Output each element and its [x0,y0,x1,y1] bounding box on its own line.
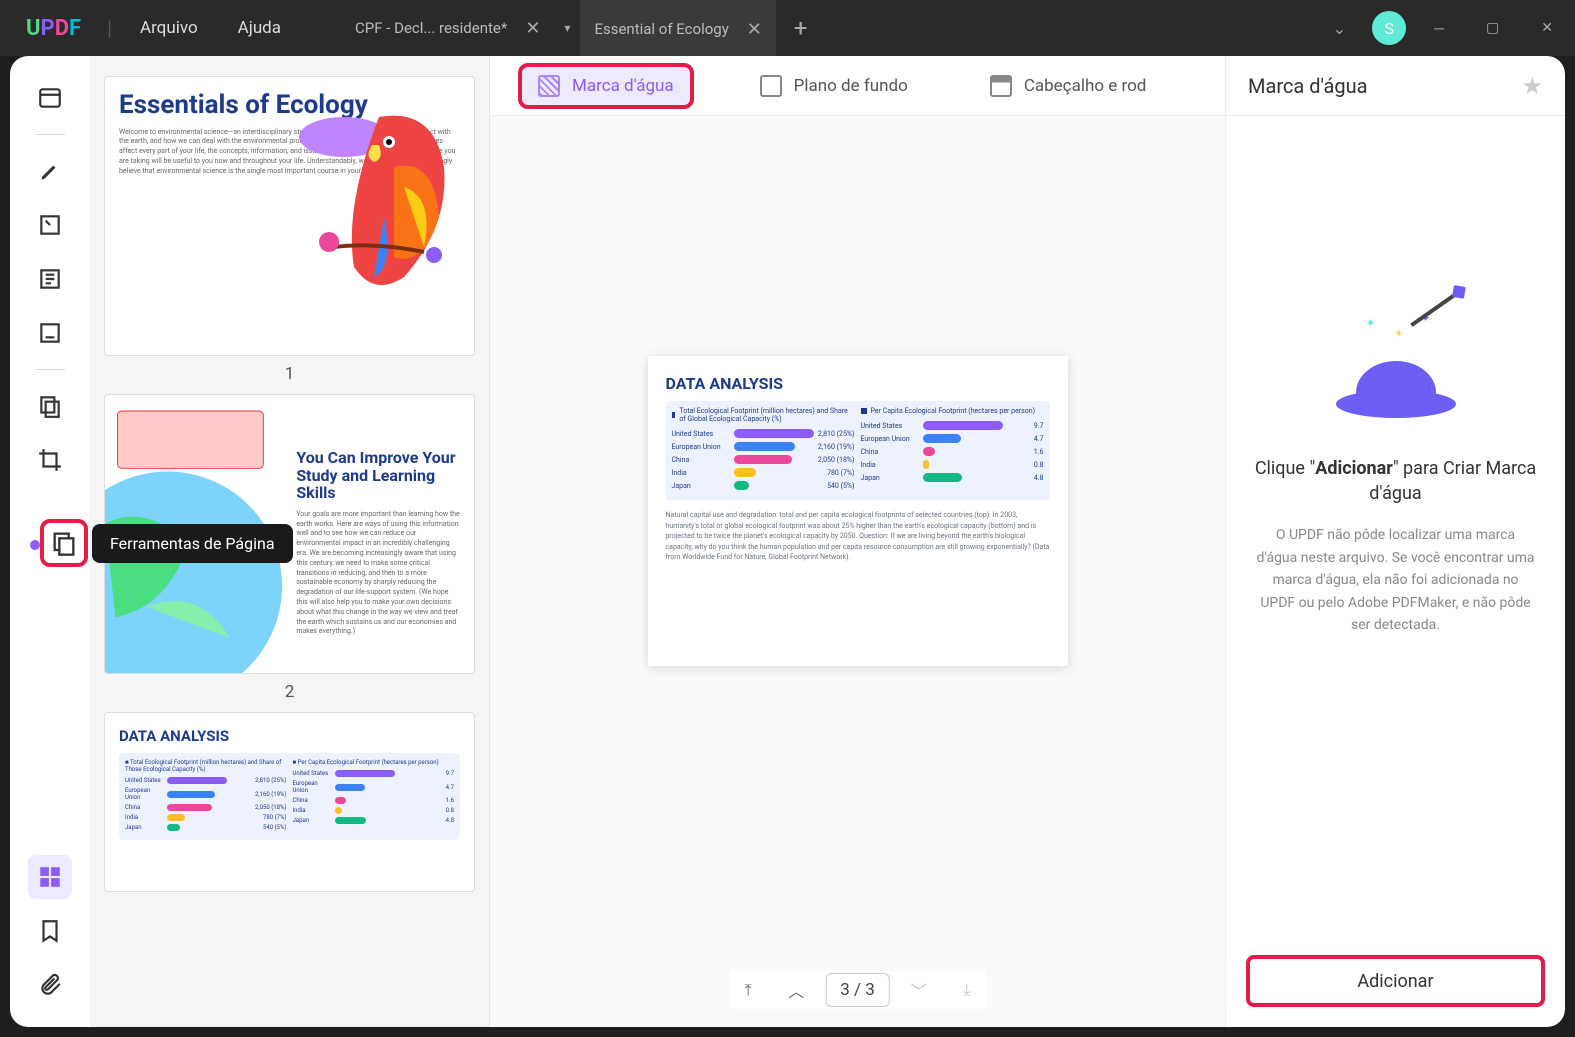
last-page-button[interactable]: ⤓ [948,971,986,1009]
menu-file[interactable]: Arquivo [120,18,218,38]
page-tools-button[interactable] [40,519,88,567]
more-dropdown-icon[interactable]: ⌄ [1321,19,1358,38]
header-footer-icon [990,75,1012,97]
tab-label: Essential of Ecology [594,20,728,38]
text-tool-icon[interactable] [28,257,72,301]
bookmark-panel-button[interactable] [28,909,72,953]
attachment-panel-button[interactable] [28,963,72,1007]
crop-tool-icon[interactable] [28,438,72,482]
menu-help[interactable]: Ajuda [218,18,301,38]
page-tools-tabs: Marca d'água Plano de fundo Cabeçalho e … [490,56,1225,116]
panel-header: Marca d'água ★ [1226,56,1565,116]
watermark-tab[interactable]: Marca d'água [518,63,694,109]
page-tools-highlight: Ferramentas de Página [40,519,293,567]
close-window-button[interactable]: ✕ [1527,20,1567,36]
new-tab-button[interactable]: + [776,14,826,42]
thumb-number: 2 [104,682,475,702]
chart-subheader: Total Ecological Footprint (million hect… [672,407,855,423]
app-body: Ferramentas de Página Essentials of Ecol… [10,56,1565,1027]
background-icon [760,75,782,97]
panel-title: Marca d'água [1248,74,1368,98]
tab-label: Plano de fundo [794,76,908,96]
editor-area: Marca d'água Plano de fundo Cabeçalho e … [490,56,1225,1027]
close-icon[interactable]: ✕ [747,19,762,40]
chart-panel: Total Ecological Footprint (million hect… [666,401,1050,500]
thumbnails-panel-button[interactable] [28,855,72,899]
ocr-tool-icon[interactable] [28,311,72,355]
tab-label: Marca d'água [572,76,674,96]
add-watermark-button[interactable]: Adicionar [1246,955,1545,1007]
prev-page-button[interactable]: ︿ [777,971,815,1009]
thumb-title: DATA ANALYSIS [119,727,460,745]
thumbnail-item[interactable]: DATA ANALYSIS ■ Total Ecological Footpri… [104,712,475,892]
page-number-display[interactable]: 3 / 3 [825,973,890,1007]
titlebar: UPDF | Arquivo Ajuda CPF - Decl... resid… [0,0,1575,56]
app-logo: UPDF [8,16,99,41]
thumb-body-text: Your goals are more important than learn… [296,510,460,637]
chart-subheader: Per Capita Ecological Footprint (hectare… [861,407,1044,415]
header-footer-tab[interactable]: Cabeçalho e rod [974,67,1163,105]
minimize-button[interactable]: ─ [1420,20,1458,37]
tab-dropdown-icon[interactable]: ▾ [554,21,580,35]
thumbnail-item[interactable]: Essentials of Ecology Welcome to environ… [104,76,475,384]
active-indicator-dot [30,540,40,550]
edit-tool-icon[interactable] [28,203,72,247]
parrot-illustration [294,87,464,307]
first-page-button[interactable]: ⤒ [729,971,767,1009]
next-page-button[interactable]: ﹀ [900,971,938,1009]
document-page: DATA ANALYSIS Total Ecological Footprint… [648,356,1068,666]
background-tab[interactable]: Plano de fundo [744,67,924,105]
document-tab-2[interactable]: Essential of Ecology ✕ [580,0,775,56]
magic-hat-illustration: ✦ + ✦ [1326,316,1466,436]
highlight-tool-icon[interactable] [28,149,72,193]
chart-title: DATA ANALYSIS [666,374,1050,393]
document-canvas[interactable]: DATA ANALYSIS Total Ecological Footprint… [490,116,1225,1027]
favorite-star-icon[interactable]: ★ [1521,72,1543,100]
watermark-icon [538,75,560,97]
tab-label: CPF - Decl... residente* [355,19,507,37]
maximize-button[interactable]: ▢ [1472,20,1513,36]
panel-description: O UPDF não pôde localizar uma marca d'ág… [1254,524,1537,636]
page-tools-tooltip: Ferramentas de Página [92,524,293,563]
chart-footnote: Natural capital use and degradation: tot… [666,510,1050,563]
thumb-number: 1 [104,364,475,384]
watermark-panel: Marca d'água ★ ✦ + ✦ Clique "Adicionar" … [1225,56,1565,1027]
tab-label: Cabeçalho e rod [1024,76,1147,96]
close-icon[interactable]: ✕ [525,18,540,39]
page-tools-icon [50,529,78,557]
page-navigator: ⤒ ︿ 3 / 3 ﹀ ⤓ [729,971,986,1009]
user-avatar[interactable]: S [1372,11,1406,45]
panel-prompt: Clique "Adicionar" para Criar Marca d'ág… [1254,456,1537,506]
document-tab-1[interactable]: CPF - Decl... residente* ✕ [341,0,554,56]
thumb-title: You Can Improve Your Study and Learning … [296,449,460,502]
organize-tool-icon[interactable] [28,384,72,428]
reader-tool-icon[interactable] [28,76,72,120]
